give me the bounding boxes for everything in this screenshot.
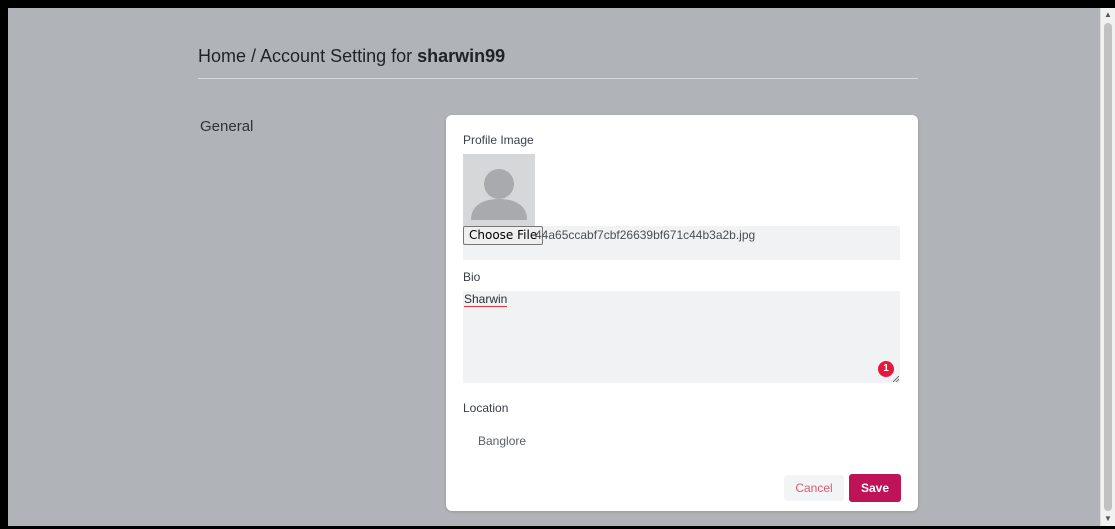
profile-image-file-input[interactable]: Choose File 44a65ccabf7cbf26639bf671c44b… xyxy=(463,226,900,260)
selected-file-name: 44a65ccabf7cbf26639bf671c44b3a2b.jpg xyxy=(535,228,756,242)
bio-label: Bio xyxy=(463,270,481,284)
page-backdrop: Home / Account Setting for sharwin99 Gen… xyxy=(8,8,1100,526)
section-label-general[interactable]: General xyxy=(200,118,253,135)
vertical-scrollbar[interactable]: ▲ ▼ xyxy=(1100,8,1115,526)
grammar-suggestion-badge[interactable]: 1 xyxy=(878,361,894,377)
bio-textarea[interactable]: Sharwin 1 xyxy=(463,291,900,383)
scroll-up-arrow-icon[interactable]: ▲ xyxy=(1101,8,1115,22)
user-silhouette-icon xyxy=(471,169,527,220)
account-settings-form: Profile Image Choose File 44a65ccabf7cbf… xyxy=(446,115,918,511)
cancel-button[interactable]: Cancel xyxy=(784,475,844,501)
scrollbar-thumb[interactable] xyxy=(1104,23,1112,511)
header-divider xyxy=(198,78,918,79)
avatar xyxy=(463,154,535,226)
choose-file-button[interactable]: Choose File xyxy=(463,226,544,245)
breadcrumb-path: Home / Account Setting for xyxy=(198,46,418,66)
save-button[interactable]: Save xyxy=(849,474,901,502)
location-label: Location xyxy=(463,401,509,415)
scroll-down-arrow-icon[interactable]: ▼ xyxy=(1101,512,1115,526)
profile-image-label: Profile Image xyxy=(463,133,534,147)
breadcrumb-username: sharwin99 xyxy=(417,46,506,66)
resize-handle-icon[interactable] xyxy=(893,376,899,382)
bio-value: Sharwin xyxy=(464,292,508,307)
location-input[interactable]: Banglore xyxy=(478,434,526,448)
breadcrumb: Home / Account Setting for sharwin99 xyxy=(198,46,505,67)
